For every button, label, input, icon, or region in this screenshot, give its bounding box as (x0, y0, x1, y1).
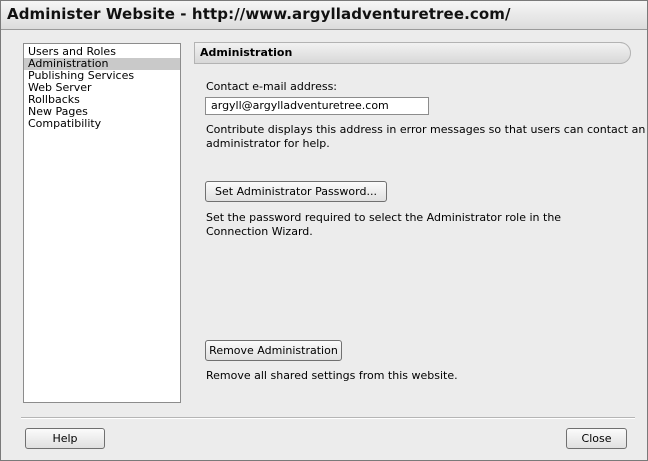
administer-website-dialog: Administer Website - http://www.argyllad… (0, 0, 648, 461)
section-header: Administration (194, 42, 631, 64)
contact-help-line-2: administrator for help. (206, 137, 330, 150)
contact-email-field[interactable]: argyll@argylladventuretree.com (205, 97, 429, 115)
sidebar-item-compatibility[interactable]: Compatibility (24, 118, 180, 130)
contact-email-label: Contact e-mail address: (206, 80, 338, 93)
remove-administration-button[interactable]: Remove Administration (205, 340, 342, 361)
close-button[interactable]: Close (566, 428, 627, 449)
password-help-line-1: Set the password required to select the … (206, 211, 562, 224)
section-title: Administration (200, 46, 293, 59)
remove-help-text: Remove all shared settings from this web… (206, 369, 458, 382)
contact-help-line-1: Contribute displays this address in erro… (206, 123, 646, 136)
password-help-line-2: Connection Wizard. (206, 225, 313, 238)
title-bar[interactable]: Administer Website - http://www.argyllad… (1, 1, 647, 30)
window-title: Administer Website - http://www.argyllad… (7, 5, 511, 23)
help-button[interactable]: Help (25, 428, 105, 449)
set-administrator-password-button[interactable]: Set Administrator Password... (205, 181, 387, 202)
footer-divider (21, 417, 635, 419)
category-list[interactable]: Users and Roles Administration Publishin… (23, 43, 181, 403)
